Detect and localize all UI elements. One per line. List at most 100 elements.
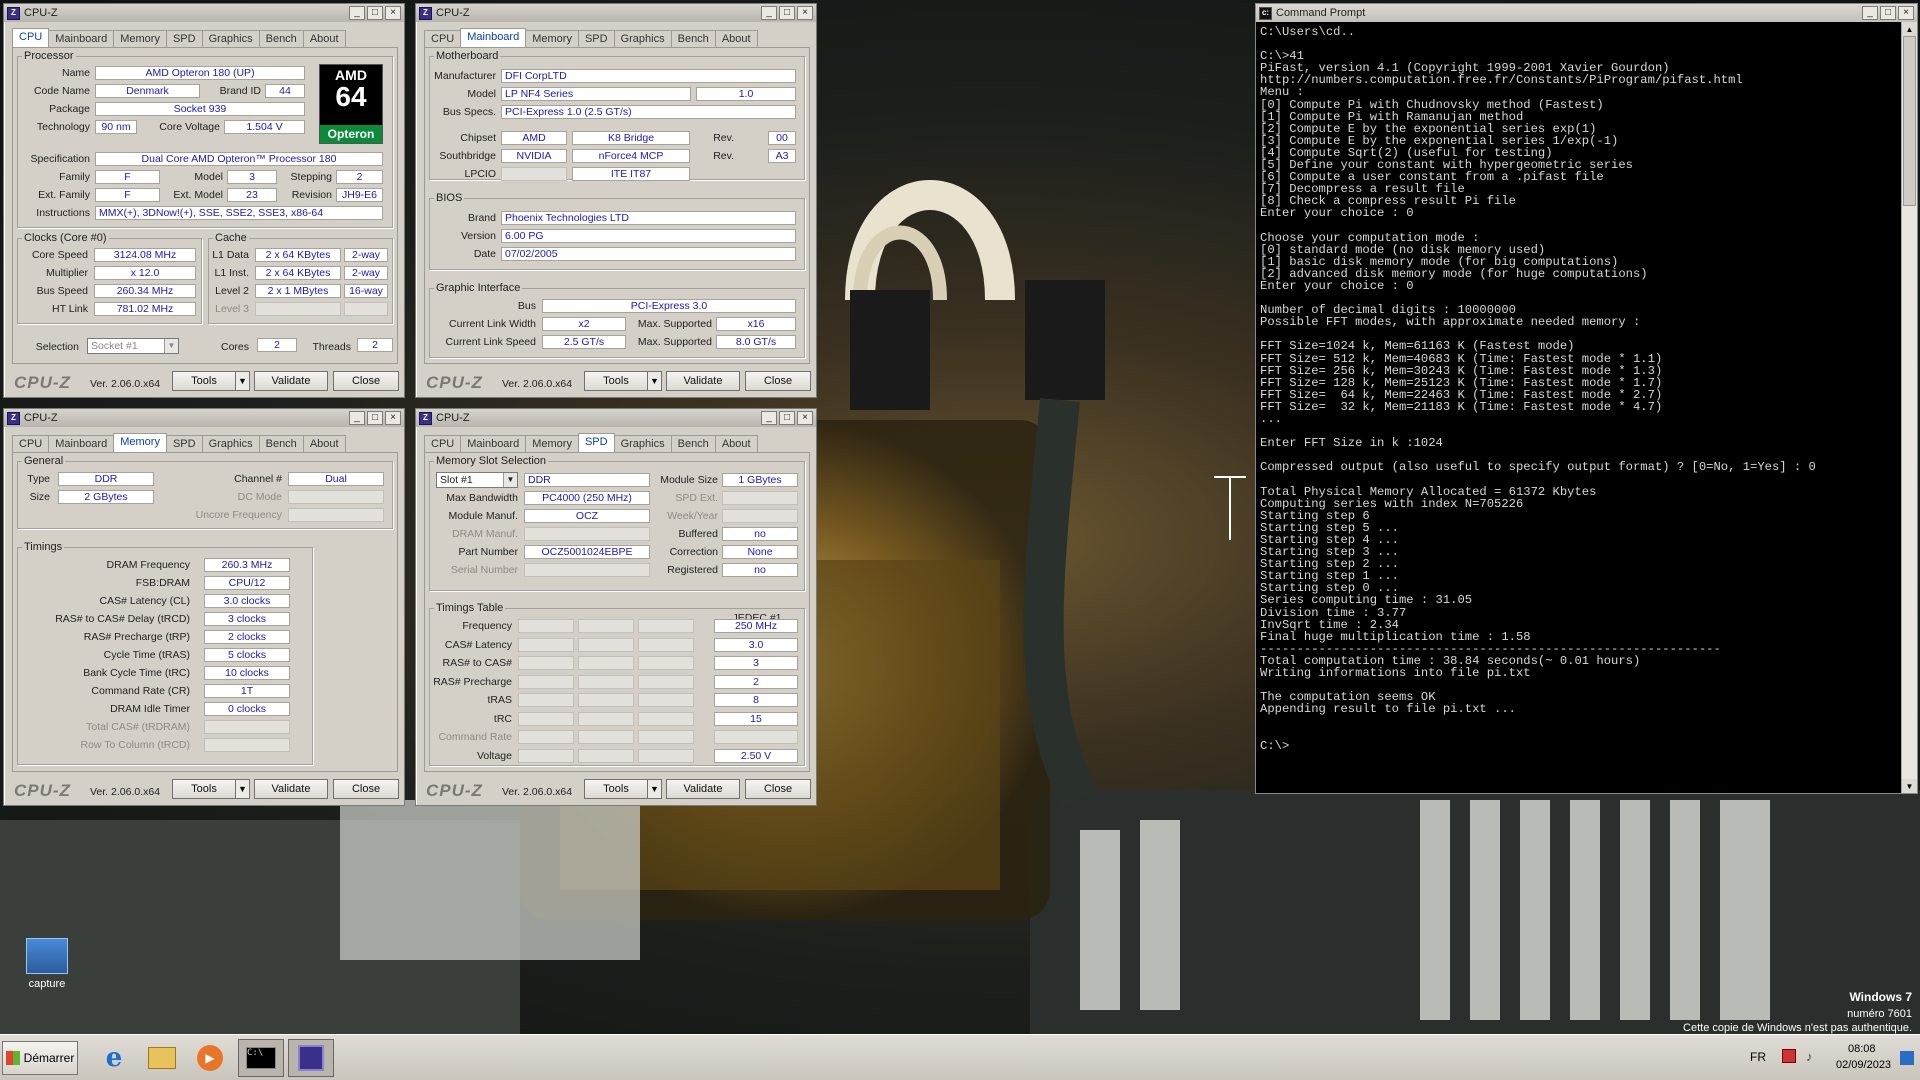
tab-memory[interactable]: Memory <box>525 435 579 452</box>
tab-mainboard[interactable]: Mainboard <box>48 435 115 452</box>
clock-time[interactable]: 08:08 <box>1848 1043 1876 1055</box>
maximize-button[interactable]: □ <box>367 6 383 20</box>
tools-dropdown-icon[interactable]: ▼ <box>235 371 250 391</box>
scroll-thumb[interactable] <box>1903 36 1916 206</box>
tab-spd[interactable]: SPD <box>165 435 203 452</box>
minimize-button[interactable]: _ <box>761 6 777 20</box>
close-button[interactable]: × <box>385 411 401 425</box>
empty-timing-cell <box>578 637 634 652</box>
desktop-icon-capture[interactable]: capture <box>24 938 70 990</box>
label: Module Size <box>660 474 718 486</box>
title-bar[interactable]: Z CPU-Z _ □ × <box>4 4 404 22</box>
tab-cpu[interactable]: CPU <box>12 28 50 47</box>
tab-bench[interactable]: Bench <box>258 435 304 452</box>
validate-button[interactable]: Validate <box>666 779 740 799</box>
tools-button[interactable]: Tools <box>584 779 648 799</box>
tab-graphics[interactable]: Graphics <box>201 435 260 452</box>
tab-mainboard[interactable]: Mainboard <box>460 435 527 452</box>
tab-memory[interactable]: Memory <box>113 433 167 452</box>
tools-button[interactable]: Tools <box>172 371 236 391</box>
cpuz-cpu-window: Z CPU-Z _ □ × CPU Mainboard Memory SPD Graphics B… <box>3 3 405 398</box>
tab-spd[interactable]: SPD <box>577 433 615 452</box>
tab-graphics[interactable]: Graphics <box>201 30 260 47</box>
label: Current Link Width <box>449 318 536 330</box>
dc-mode-value <box>288 490 384 504</box>
taskbar-ie-icon[interactable]: e <box>94 1039 134 1077</box>
tab-bench[interactable]: Bench <box>258 30 304 47</box>
label: Bus Speed <box>36 285 88 297</box>
network-icon[interactable] <box>1782 1049 1796 1063</box>
trc-value: 10 clocks <box>204 666 290 680</box>
maximize-button[interactable]: □ <box>367 411 383 425</box>
taskbar-media-player-icon[interactable]: ▶ <box>190 1039 230 1077</box>
close-button[interactable]: × <box>797 6 813 20</box>
maximize-button[interactable]: □ <box>779 411 795 425</box>
empty-timing-cell <box>578 656 634 670</box>
minimize-button[interactable]: _ <box>349 411 365 425</box>
taskbar-cmd-icon[interactable]: C:\ <box>238 1039 284 1077</box>
taskbar-cpuz-icon[interactable] <box>288 1039 334 1077</box>
close-window-button[interactable]: Close <box>333 371 399 391</box>
close-button[interactable]: × <box>797 411 813 425</box>
timing-row-label: Command Rate <box>438 731 512 743</box>
tools-dropdown-icon[interactable]: ▼ <box>647 371 662 391</box>
start-button[interactable]: Démarrer <box>2 1041 78 1075</box>
tab-cpu[interactable]: CPU <box>12 435 50 452</box>
tab-cpu[interactable]: CPU <box>424 435 462 452</box>
validate-button[interactable]: Validate <box>254 779 328 799</box>
validate-button[interactable]: Validate <box>666 371 740 391</box>
graphics-bus-value: PCI-Express 3.0 <box>542 299 796 313</box>
tab-mainboard[interactable]: Mainboard <box>48 30 115 47</box>
title-bar[interactable]: Z CPU-Z _ □ × <box>416 4 816 22</box>
title-bar[interactable]: Z CPU-Z _ □ × <box>4 409 404 427</box>
tab-about[interactable]: About <box>714 30 758 47</box>
minimize-button[interactable]: _ <box>1862 6 1878 20</box>
volume-icon[interactable]: ♪ <box>1806 1049 1813 1064</box>
tab-about[interactable]: About <box>302 435 346 452</box>
label: Brand <box>467 212 496 224</box>
tab-about[interactable]: About <box>714 435 758 452</box>
scroll-up-icon[interactable]: ▲ <box>1902 22 1917 36</box>
socket-select[interactable]: Socket #1 ▼ <box>87 338 179 354</box>
tab-memory[interactable]: Memory <box>525 30 579 47</box>
maximize-button[interactable]: □ <box>779 6 795 20</box>
tab-spd[interactable]: SPD <box>577 30 615 47</box>
console-output[interactable]: C:\Users\cd.. C:\>41 PiFast, version 4.1… <box>1260 26 1899 752</box>
label: Buffered <box>678 528 718 540</box>
tools-button[interactable]: Tools <box>172 779 236 799</box>
tab-bench[interactable]: Bench <box>670 435 716 452</box>
vertical-scrollbar[interactable]: ▲ ▼ <box>1901 22 1917 793</box>
tab-cpu[interactable]: CPU <box>424 30 462 47</box>
tab-graphics[interactable]: Graphics <box>613 30 672 47</box>
show-desktop-button[interactable] <box>1900 1051 1914 1065</box>
tools-dropdown-icon[interactable]: ▼ <box>235 779 250 799</box>
tab-graphics[interactable]: Graphics <box>613 435 672 452</box>
tab-mainboard[interactable]: Mainboard <box>460 28 527 47</box>
taskbar-explorer-icon[interactable] <box>142 1039 182 1077</box>
language-indicator[interactable]: FR <box>1750 1050 1766 1064</box>
slot-select[interactable]: Slot #1 ▼ <box>436 472 518 488</box>
scroll-down-icon[interactable]: ▼ <box>1902 779 1917 793</box>
title-bar[interactable]: Z CPU-Z _ □ × <box>416 409 816 427</box>
tab-memory[interactable]: Memory <box>113 30 167 47</box>
version-label: Ver. 2.06.0.x64 <box>90 378 161 390</box>
tab-about[interactable]: About <box>302 30 346 47</box>
maximize-button[interactable]: □ <box>1880 6 1896 20</box>
close-window-button[interactable]: Close <box>333 779 399 799</box>
tools-dropdown-icon[interactable]: ▼ <box>647 779 662 799</box>
close-button[interactable]: × <box>1898 6 1914 20</box>
validate-button[interactable]: Validate <box>254 371 328 391</box>
label: Name <box>61 67 90 79</box>
tab-spd[interactable]: SPD <box>165 30 203 47</box>
cores-value: 2 <box>257 338 297 352</box>
close-window-button[interactable]: Close <box>745 371 811 391</box>
minimize-button[interactable]: _ <box>349 6 365 20</box>
minimize-button[interactable]: _ <box>761 411 777 425</box>
bios-version-value: 6.00 PG <box>501 229 796 243</box>
tools-button[interactable]: Tools <box>584 371 648 391</box>
tab-bench[interactable]: Bench <box>670 30 716 47</box>
title-bar[interactable]: c: Command Prompt _ □ × <box>1256 4 1917 22</box>
clock-date[interactable]: 02/09/2023 <box>1836 1059 1891 1071</box>
close-button[interactable]: × <box>385 6 401 20</box>
close-window-button[interactable]: Close <box>745 779 811 799</box>
